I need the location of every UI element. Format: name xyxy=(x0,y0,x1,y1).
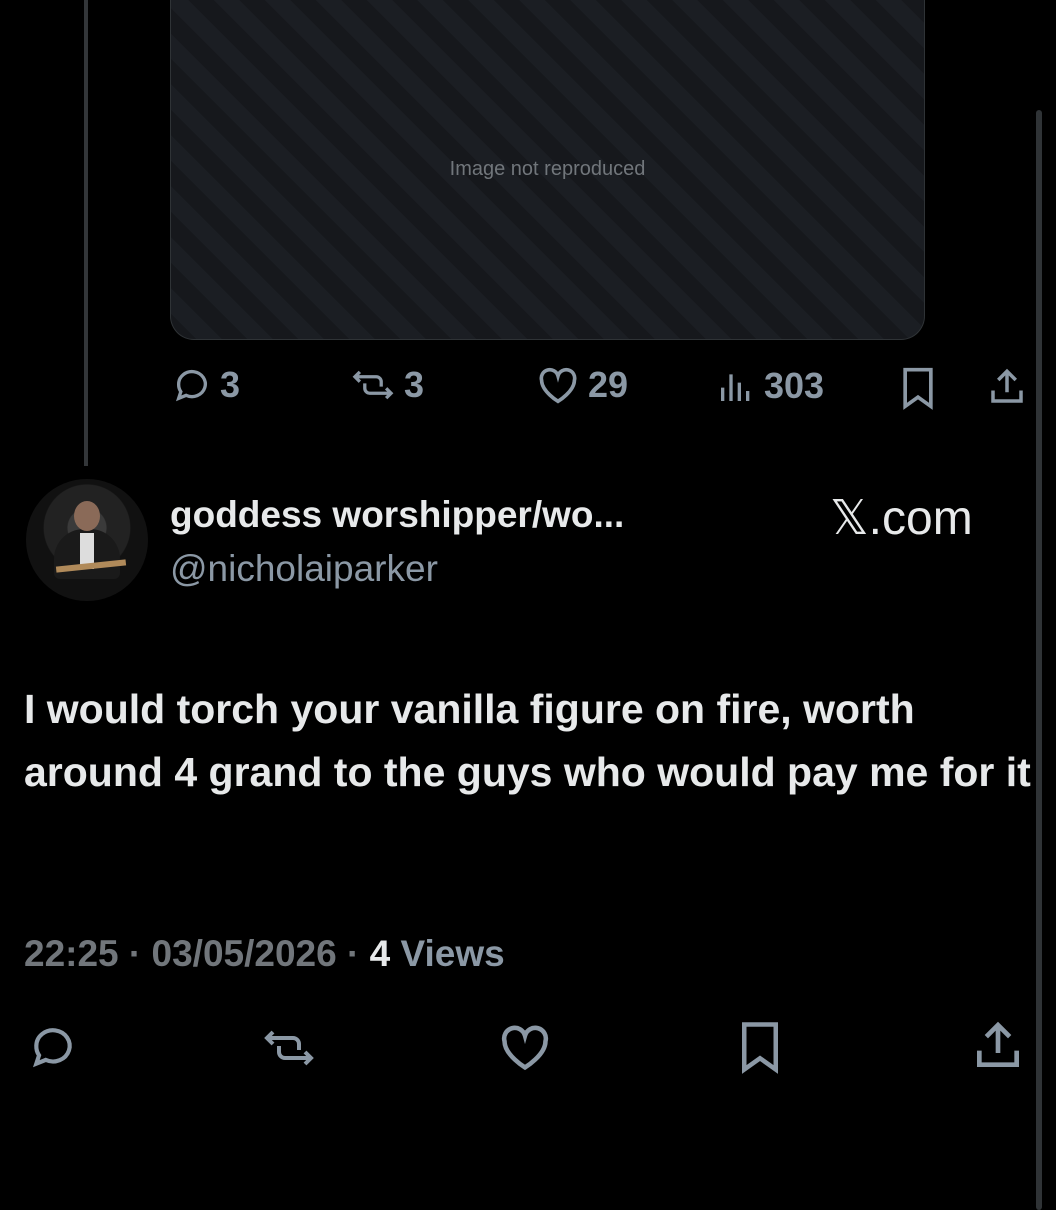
reply-icon xyxy=(175,369,207,402)
repost-button[interactable]: 3 xyxy=(350,364,424,406)
post-views-label[interactable]: Views xyxy=(390,933,504,974)
avatar[interactable] xyxy=(26,479,148,601)
scrollbar[interactable] xyxy=(1036,110,1042,1210)
bottom-reply-button[interactable] xyxy=(26,1022,80,1072)
views-button[interactable]: 303 xyxy=(716,364,824,408)
meta-separator: · xyxy=(336,933,370,974)
post-views-count[interactable]: 4 xyxy=(370,933,391,974)
author-display-name[interactable]: goddess worshipper/wo... xyxy=(170,494,624,536)
bottom-bookmark-button[interactable] xyxy=(736,1020,784,1074)
repost-count: 3 xyxy=(404,364,425,405)
repost-icon xyxy=(352,370,394,400)
post-time: 22:25 xyxy=(24,933,119,974)
like-count: 29 xyxy=(588,364,629,405)
reply-count: 3 xyxy=(220,364,241,405)
bookmark-icon xyxy=(742,1022,778,1074)
views-icon xyxy=(721,374,750,401)
bottom-repost-button[interactable] xyxy=(258,1024,320,1072)
share-icon xyxy=(991,368,1023,403)
post-meta: 22:25 · 03/05/2026 · 4 Views xyxy=(24,933,505,975)
author-handle[interactable]: @nicholaiparker xyxy=(170,548,438,590)
bottom-like-button[interactable] xyxy=(496,1022,554,1072)
like-icon xyxy=(501,1025,549,1071)
post-text: I would torch your vanilla figure on fir… xyxy=(24,686,1031,795)
image-placeholder-label: Image not reproduced xyxy=(449,158,646,180)
bookmark-icon xyxy=(903,367,933,410)
repost-icon xyxy=(264,1030,314,1066)
share-button[interactable] xyxy=(986,364,1028,410)
bottom-share-button[interactable] xyxy=(970,1018,1026,1074)
reply-icon xyxy=(32,1028,72,1068)
like-button[interactable]: 29 xyxy=(536,364,628,406)
reply-button[interactable]: 3 xyxy=(172,364,240,406)
post-date: 03/05/2026 xyxy=(151,933,337,974)
like-icon xyxy=(539,367,577,404)
share-icon xyxy=(977,1021,1019,1067)
thread-connector-line xyxy=(84,0,88,466)
brand-watermark: 𝕏.com xyxy=(830,492,973,545)
bookmark-button[interactable] xyxy=(898,366,938,410)
views-count: 303 xyxy=(764,365,825,406)
attached-image-placeholder[interactable]: Image not reproduced xyxy=(170,0,925,340)
meta-separator: · xyxy=(118,933,152,974)
